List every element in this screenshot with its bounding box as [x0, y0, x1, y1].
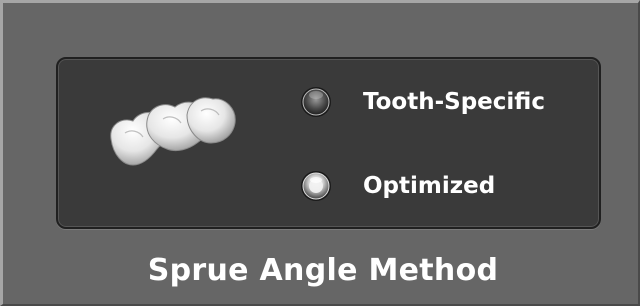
radio-label-tooth-specific[interactable]: Tooth-Specific: [363, 89, 545, 115]
tooth-bridge-icon: [110, 97, 236, 166]
radio-label-optimized[interactable]: Optimized: [363, 173, 495, 199]
radio-optimized[interactable]: [299, 169, 333, 203]
radio-tooth-specific[interactable]: [299, 85, 333, 119]
group-title: Sprue Angle Method: [147, 253, 499, 288]
sprue-angle-method-frame: Tooth-Specific Optimized Sprue Angle Met…: [0, 0, 640, 306]
